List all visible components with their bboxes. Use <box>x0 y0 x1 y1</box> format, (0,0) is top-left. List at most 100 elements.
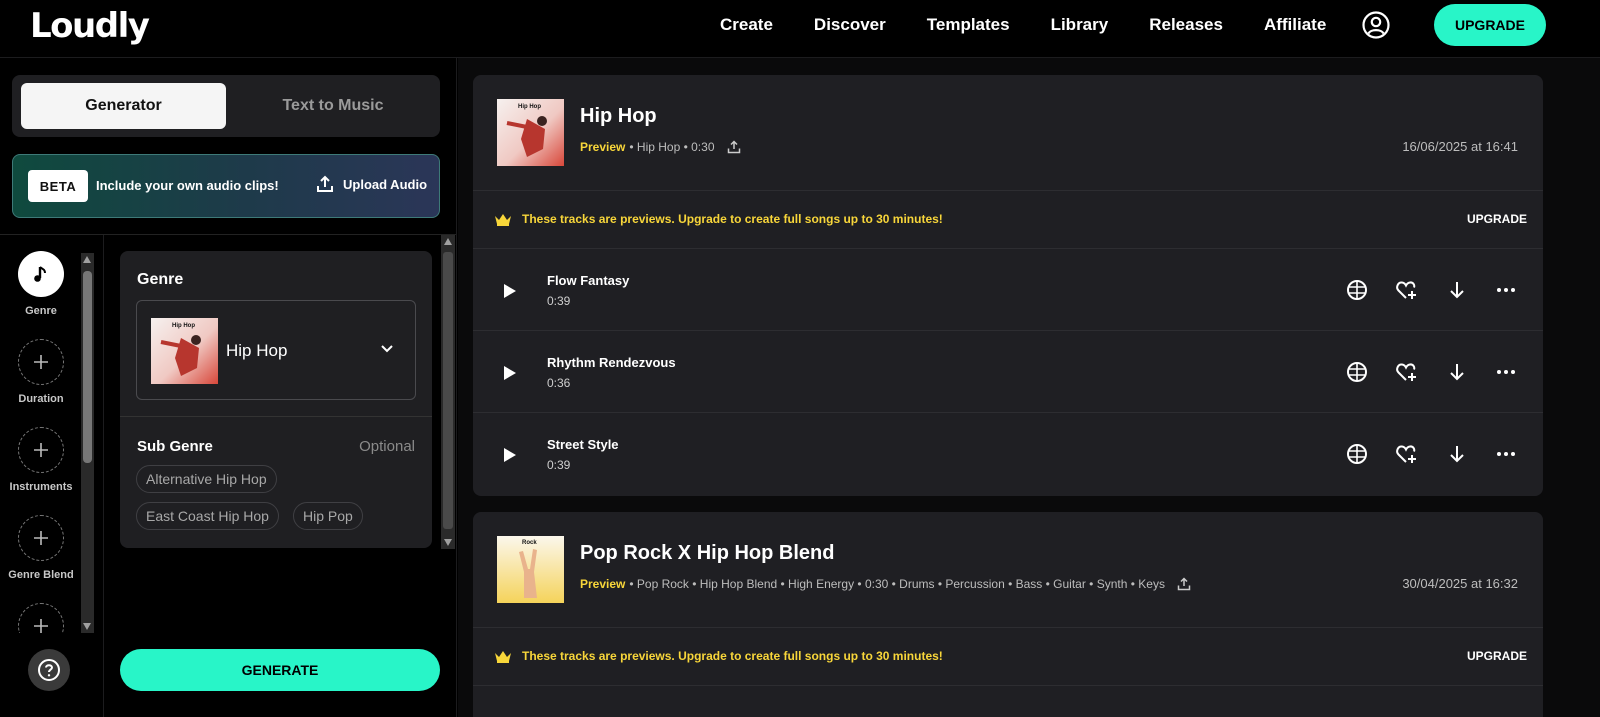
card-meta: Preview • Hip Hop • 0:30 <box>580 140 741 154</box>
disc-icon[interactable] <box>1346 279 1368 301</box>
beta-upload-banner: BETA Include your own audio clips! Uploa… <box>12 154 440 218</box>
notice-upgrade-link[interactable]: UPGRADE <box>1467 212 1527 226</box>
beta-description: Include your own audio clips! <box>96 178 279 193</box>
play-icon[interactable] <box>504 366 516 380</box>
chip-alternative-hip-hop[interactable]: Alternative Hip Hop <box>136 465 277 493</box>
tab-text-to-music[interactable]: Text to Music <box>233 83 433 129</box>
parameter-rail: Genre Duration Instruments Genre Blend <box>0 235 104 717</box>
nav-create[interactable]: Create <box>720 14 773 36</box>
panel-scrollbar[interactable] <box>441 235 455 549</box>
tab-generator[interactable]: Generator <box>21 83 226 129</box>
heart-plus-icon[interactable] <box>1395 279 1417 301</box>
genre-cover-text: Hip Hop <box>172 323 195 329</box>
track-row[interactable]: Street Style 0:39 <box>473 413 1543 495</box>
preview-notice: These tracks are previews. Upgrade to cr… <box>473 191 1543 249</box>
rail-item-genre[interactable]: Genre <box>0 251 82 317</box>
card-title: Hip Hop <box>580 105 657 127</box>
panel-scroll-thumb[interactable] <box>443 252 453 529</box>
help-button[interactable] <box>28 649 70 691</box>
heart-plus-icon[interactable] <box>1395 443 1417 465</box>
plus-icon <box>18 515 64 561</box>
nav-discover[interactable]: Discover <box>814 14 886 36</box>
plus-icon <box>18 603 64 633</box>
share-icon[interactable] <box>727 140 741 154</box>
card-title: Pop Rock X Hip Hop Blend <box>580 542 835 564</box>
track-name: Flow Fantasy <box>547 273 630 288</box>
preview-notice-text: These tracks are previews. Upgrade to cr… <box>522 649 943 663</box>
account-icon[interactable] <box>1362 11 1390 39</box>
meta-tags: • Pop Rock • Hip Hop Blend • High Energy… <box>629 577 1165 591</box>
track-duration: 0:39 <box>547 294 571 308</box>
cover-art-image[interactable]: Hip Hop <box>497 99 564 166</box>
track-duration: 0:36 <box>547 376 571 390</box>
nav-templates[interactable]: Templates <box>927 14 1010 36</box>
scroll-down-arrow-icon[interactable] <box>444 539 452 546</box>
download-icon[interactable] <box>1446 361 1468 383</box>
genre-select[interactable]: Hip Hop Hip Hop <box>136 300 416 400</box>
crown-icon <box>495 651 511 663</box>
help-icon <box>38 659 60 681</box>
disc-icon[interactable] <box>1346 443 1368 465</box>
generator-panel: Generator Text to Music BETA Include you… <box>0 58 457 717</box>
rail-item-more[interactable] <box>0 603 82 633</box>
rail-scrollbar[interactable] <box>81 253 94 633</box>
genre-cover-image: Hip Hop <box>151 318 218 384</box>
rail-label-genre-blend: Genre Blend <box>8 569 74 581</box>
chip-hip-pop[interactable]: Hip Pop <box>293 502 363 530</box>
upload-audio-label: Upload Audio <box>343 176 428 192</box>
results-area: Hip Hop Hip Hop Preview • Hip Hop • 0:30… <box>458 58 1600 717</box>
preview-notice: These tracks are previews. Upgrade to cr… <box>473 628 1543 686</box>
mode-tabs: Generator Text to Music <box>12 75 440 137</box>
track-name: Rhythm Rendezvous <box>547 355 676 370</box>
sub-genre-label: Sub Genre <box>137 438 213 455</box>
more-icon[interactable] <box>1495 443 1517 465</box>
rail-item-duration[interactable]: Duration <box>0 339 82 405</box>
scroll-up-arrow-icon[interactable] <box>444 238 452 245</box>
loudly-logo[interactable]: Loudly <box>30 6 150 46</box>
result-card-hip-hop: Hip Hop Hip Hop Preview • Hip Hop • 0:30… <box>473 75 1543 496</box>
nav-releases[interactable]: Releases <box>1149 14 1223 36</box>
rail-item-genre-blend[interactable]: Genre Blend <box>0 515 82 581</box>
download-icon[interactable] <box>1446 279 1468 301</box>
rail-item-instruments[interactable]: Instruments <box>0 427 82 493</box>
nav-library[interactable]: Library <box>1051 14 1109 36</box>
nav-affiliate[interactable]: Affiliate <box>1264 14 1326 36</box>
play-icon[interactable] <box>504 448 516 462</box>
cover-text: Rock <box>522 540 537 546</box>
track-row[interactable]: Flow Fantasy 0:39 <box>473 249 1543 331</box>
chip-east-coast-hip-hop[interactable]: East Coast Hip Hop <box>136 502 279 530</box>
genre-card: Genre Hip Hop Hip Hop Sub Genre Optional… <box>120 251 432 548</box>
cover-text: Hip Hop <box>518 104 541 110</box>
preview-label: Preview <box>580 577 626 591</box>
preview-label: Preview <box>580 140 626 154</box>
scroll-up-arrow-icon[interactable] <box>83 256 91 263</box>
rail-scroll-thumb[interactable] <box>83 271 92 463</box>
music-note-icon <box>18 251 64 297</box>
share-icon[interactable] <box>1177 577 1191 591</box>
top-navigation-bar: Loudly Create Discover Templates Library… <box>0 0 1600 58</box>
play-icon[interactable] <box>504 284 516 298</box>
download-icon[interactable] <box>1446 443 1468 465</box>
created-date: 16/06/2025 at 16:41 <box>1402 139 1518 154</box>
plus-icon <box>18 427 64 473</box>
selected-genre: Hip Hop <box>226 341 288 360</box>
cover-art-image[interactable]: Rock <box>497 536 564 603</box>
card-meta: Preview • Pop Rock • Hip Hop Blend • Hig… <box>580 577 1191 591</box>
created-date: 30/04/2025 at 16:32 <box>1402 576 1518 591</box>
optional-label: Optional <box>359 438 415 455</box>
disc-icon[interactable] <box>1346 361 1368 383</box>
generate-button[interactable]: GENERATE <box>120 649 440 691</box>
preview-notice-text: These tracks are previews. Upgrade to cr… <box>522 212 943 226</box>
notice-upgrade-link[interactable]: UPGRADE <box>1467 649 1527 663</box>
track-row[interactable]: Rhythm Rendezvous 0:36 <box>473 331 1543 413</box>
more-icon[interactable] <box>1495 361 1517 383</box>
heart-plus-icon[interactable] <box>1395 361 1417 383</box>
upload-audio-button[interactable]: Upload Audio <box>316 175 427 193</box>
rail-label-genre: Genre <box>25 305 57 317</box>
chevron-down-icon <box>381 345 393 353</box>
scroll-down-arrow-icon[interactable] <box>83 623 91 630</box>
genre-card-title: Genre <box>137 271 184 288</box>
upgrade-button[interactable]: UPGRADE <box>1434 4 1546 46</box>
rail-label-instruments: Instruments <box>9 481 73 493</box>
more-icon[interactable] <box>1495 279 1517 301</box>
